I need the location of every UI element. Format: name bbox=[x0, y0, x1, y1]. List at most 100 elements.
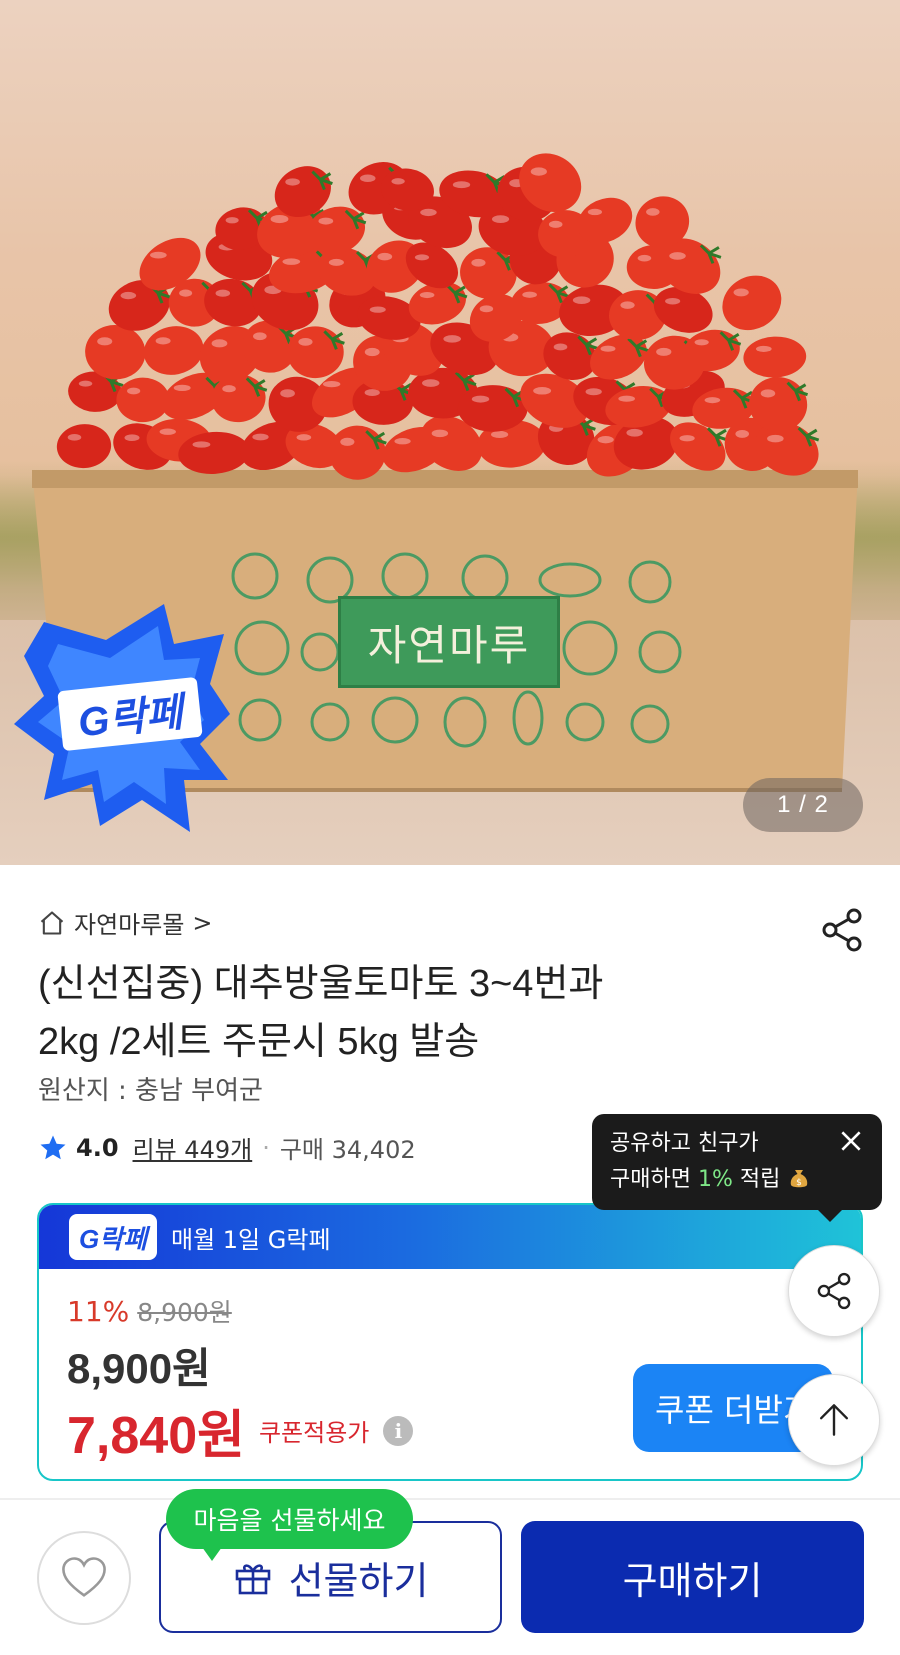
store-name: 자연마루몰 bbox=[74, 911, 185, 939]
share-icon bbox=[817, 1272, 851, 1310]
bottom-divider bbox=[0, 1498, 900, 1500]
tomato-highlight bbox=[328, 258, 344, 266]
tomato-highlight bbox=[364, 347, 380, 357]
tomato-highlight bbox=[340, 437, 355, 446]
gift-icon bbox=[235, 1564, 270, 1595]
tomato-highlight bbox=[159, 428, 176, 435]
coupon-price-label: 쿠폰적용가 bbox=[258, 1419, 370, 1447]
g-rockfe-badge: G락페 bbox=[14, 604, 230, 832]
scroll-to-top-button[interactable] bbox=[788, 1374, 880, 1466]
tomato-highlight bbox=[120, 291, 137, 300]
tomato-highlight bbox=[637, 254, 652, 262]
promo-banner: G락페 매월 1일 G락페 bbox=[39, 1205, 861, 1269]
rating-score: 4.0 bbox=[76, 1133, 119, 1162]
tomato-highlight bbox=[78, 380, 93, 387]
tomato-highlight bbox=[215, 289, 231, 297]
floating-share-button[interactable] bbox=[788, 1245, 880, 1337]
tomato-highlight bbox=[322, 381, 341, 388]
svg-text:$: $ bbox=[796, 1178, 802, 1188]
tomato-highlight bbox=[755, 345, 772, 352]
discount-row: 11% 8,900원 bbox=[67, 1293, 232, 1329]
tomato-highlight bbox=[252, 433, 269, 441]
tooltip-line1: 공유하고 친구가 bbox=[610, 1131, 759, 1156]
tomato-highlight bbox=[377, 252, 393, 261]
tooltip-line2-prefix: 구매하면 bbox=[610, 1167, 698, 1192]
tomato-highlight bbox=[369, 306, 386, 313]
tomato bbox=[143, 326, 204, 375]
tomato-highlight bbox=[704, 397, 721, 404]
tomato-highlight bbox=[585, 388, 602, 396]
tomato-highlight bbox=[298, 337, 313, 346]
tomato-highlight bbox=[767, 434, 784, 443]
tomato-highlight bbox=[530, 167, 547, 176]
tomato-highlight bbox=[479, 305, 494, 313]
tomato-highlight bbox=[280, 389, 295, 398]
star-icon bbox=[40, 1135, 66, 1159]
tomato-highlight bbox=[222, 385, 236, 393]
tomato-highlight bbox=[620, 301, 635, 309]
tooltip-line2: 구매하면 1% 적립 $ bbox=[610, 1162, 864, 1198]
tomato-highlight bbox=[656, 347, 672, 356]
tomato-highlight bbox=[173, 384, 191, 392]
tomato-highlight bbox=[600, 345, 616, 352]
tomato-highlight bbox=[431, 429, 449, 438]
g-rockfe-mini-logo: G락페 bbox=[69, 1214, 157, 1260]
tomato-highlight bbox=[669, 252, 686, 260]
tomato-highlight bbox=[646, 208, 660, 216]
tomato bbox=[56, 424, 112, 469]
tomato-highlight bbox=[522, 291, 537, 298]
home-icon bbox=[40, 910, 64, 935]
tomato-highlight bbox=[391, 178, 405, 185]
product-image-carousel[interactable]: 자연마루 G락페 1 / 2 bbox=[0, 0, 900, 865]
tomato-highlight bbox=[735, 429, 750, 438]
separator-dot: · bbox=[262, 1133, 270, 1162]
share-icon[interactable] bbox=[818, 906, 866, 954]
box-brand-logo: 자연마루 bbox=[338, 596, 560, 688]
tomato bbox=[743, 336, 807, 378]
tomato-highlight bbox=[626, 428, 643, 437]
gift-promo-bubble: 마음을 선물하세요 bbox=[166, 1489, 413, 1561]
reviews-link[interactable]: 리뷰 449개 bbox=[133, 1130, 253, 1165]
tomato-highlight bbox=[155, 337, 171, 345]
tomato-highlight bbox=[360, 174, 376, 183]
product-title-line1: (신선집중) 대추방울토마토 3~4번과 bbox=[38, 963, 604, 1005]
tomato-highlight bbox=[270, 214, 289, 224]
close-icon[interactable] bbox=[838, 1128, 864, 1154]
tomato-highlight bbox=[679, 435, 695, 442]
tomato-highlight bbox=[414, 254, 430, 261]
info-icon[interactable]: i bbox=[383, 1415, 414, 1446]
tomato-highlight bbox=[150, 251, 167, 259]
tomato-highlight bbox=[124, 434, 140, 442]
tomato-highlight bbox=[285, 178, 300, 186]
purchase-count: 구매 34,402 bbox=[279, 1136, 416, 1164]
tooltip-reward-percent: 1% bbox=[697, 1167, 733, 1192]
wishlist-button[interactable] bbox=[37, 1531, 131, 1625]
tomato-highlight bbox=[665, 297, 681, 305]
arrow-up-icon bbox=[819, 1404, 849, 1436]
buy-button[interactable]: 구매하기 bbox=[521, 1521, 864, 1633]
origin-text: 원산지 : 충남 부여군 bbox=[38, 1076, 263, 1106]
share-reward-tooltip: 공유하고 친구가 구매하면 1% 적립 $ bbox=[592, 1114, 882, 1222]
tomato-highlight bbox=[211, 339, 228, 348]
tomato bbox=[287, 326, 344, 379]
tomato-highlight bbox=[420, 208, 437, 217]
tomato-highlight bbox=[471, 258, 486, 267]
tomato-highlight bbox=[491, 215, 510, 224]
chevron-right-icon: > bbox=[192, 908, 213, 937]
tomato-highlight bbox=[471, 395, 490, 403]
tomato-highlight bbox=[760, 389, 776, 398]
store-link[interactable]: 자연마루몰 > bbox=[38, 905, 213, 940]
tomato-highlight bbox=[733, 288, 749, 297]
tomato-highlight bbox=[572, 296, 591, 304]
sale-price: 8,900원 bbox=[67, 1345, 211, 1392]
g-rockfe-badge-text: G락페 bbox=[57, 676, 203, 752]
tomato-highlight bbox=[67, 434, 82, 441]
tomato-highlight bbox=[97, 337, 113, 346]
gift-button-label: 선물하기 bbox=[288, 1558, 429, 1603]
tomato-highlight bbox=[282, 258, 301, 265]
original-price: 8,900원 bbox=[137, 1298, 232, 1327]
tooltip-tail bbox=[818, 1210, 842, 1222]
gift-bubble-tail bbox=[202, 1547, 222, 1561]
coupon-price: 7,840원 bbox=[67, 1407, 245, 1465]
tomato bbox=[722, 275, 782, 331]
